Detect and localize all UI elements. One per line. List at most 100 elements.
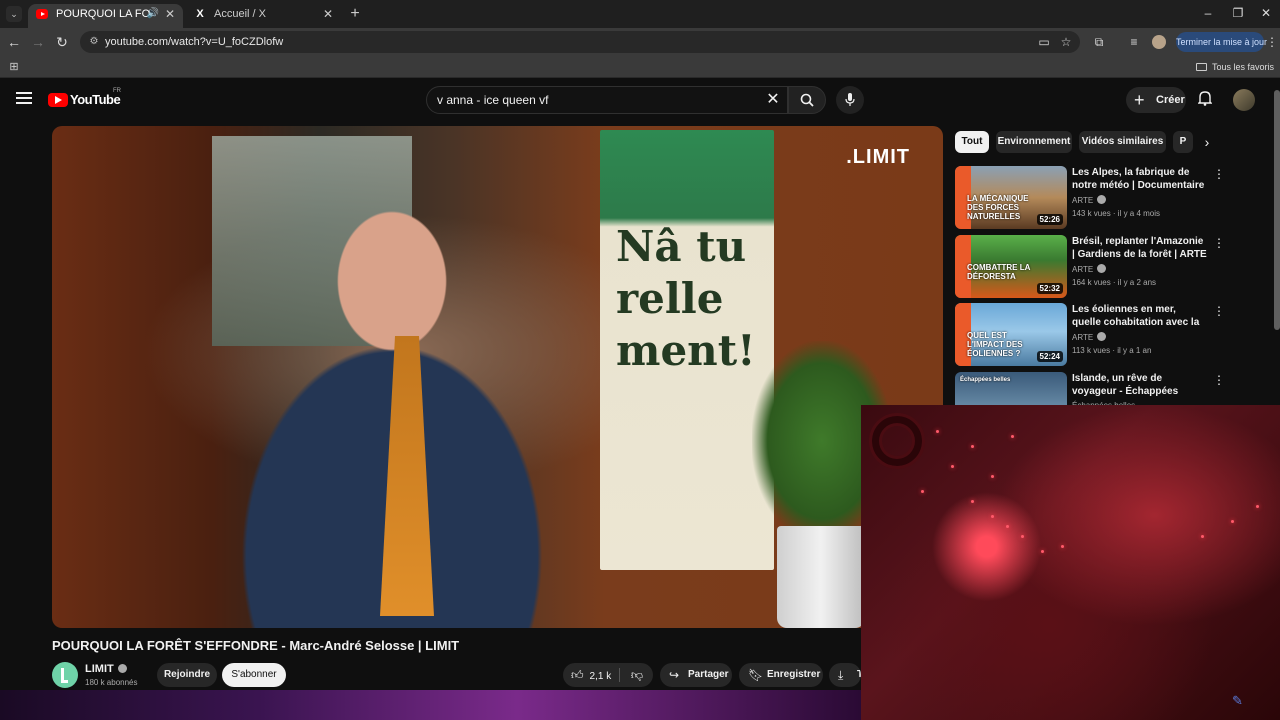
bookmark-star-icon[interactable]: ☆ xyxy=(1058,34,1074,50)
dislike-button[interactable]: 👎︎ xyxy=(623,663,651,687)
recommendation-item[interactable]: COMBATTRE LA DÉFORESTA 52:32 Brésil, rep… xyxy=(955,235,1230,299)
address-bar[interactable]: ⚙ youtube.com/watch?v=U_foCZDlofw ▭ ☆ xyxy=(80,31,1080,53)
youtube-header: YouTube FR ✕ + Créer xyxy=(0,82,1280,118)
more-options-icon[interactable]: ⋮ xyxy=(1213,372,1225,388)
webcam-overlay xyxy=(861,405,1280,720)
browser-menu-icon[interactable]: ⋮ xyxy=(1266,33,1278,51)
chip-videos-similaires[interactable]: Vidéos similaires xyxy=(1079,131,1166,153)
thumbs-down-icon: 👎︎ xyxy=(630,668,644,682)
reload-icon[interactable]: ↻ xyxy=(53,33,71,51)
chip-environnement[interactable]: Environnement xyxy=(996,131,1072,153)
channel-label: ARTE xyxy=(1072,265,1094,274)
minimize-icon[interactable]: – xyxy=(1193,4,1223,22)
stream-overlay-strip xyxy=(0,690,861,720)
channel-label: ARTE xyxy=(1072,196,1094,205)
recommendation-title[interactable]: Les éoliennes en mer, quelle cohabitatio… xyxy=(1072,303,1207,329)
recommendation-title[interactable]: Les Alpes, la fabrique de notre météo | … xyxy=(1072,166,1207,192)
browser-profile-avatar[interactable] xyxy=(1152,35,1166,49)
recommendation-channel[interactable]: ARTE xyxy=(1072,195,1107,205)
recommendation-item[interactable]: LA MÉCANIQUE DES FORCES NATURELLES 52:26… xyxy=(955,166,1230,230)
like-button[interactable]: 👍︎ 2,1 k xyxy=(563,663,617,687)
create-button[interactable]: + Créer xyxy=(1126,87,1186,113)
voice-search-button[interactable] xyxy=(836,86,864,114)
search-icon xyxy=(800,93,814,107)
share-button[interactable]: ↪ Partager xyxy=(660,663,732,687)
install-app-icon[interactable]: ▭ xyxy=(1036,34,1052,50)
tab-search-chevron-icon[interactable]: ⌄ xyxy=(6,6,22,22)
more-options-icon[interactable]: ⋮ xyxy=(1213,303,1225,319)
back-arrow-icon[interactable]: ← xyxy=(5,33,23,51)
update-button[interactable]: Terminer la mise à jour xyxy=(1176,32,1267,52)
duration-badge: 52:32 xyxy=(1036,283,1063,294)
all-bookmarks-label: Tous les favoris xyxy=(1211,62,1274,72)
page-scrollbar[interactable] xyxy=(1274,90,1280,330)
account-avatar[interactable] xyxy=(1233,89,1255,111)
video-thumbnail[interactable]: QUEL EST L'IMPACT DES ÉOLIENNES ? 52:24 xyxy=(955,303,1067,366)
menu-hamburger-icon[interactable] xyxy=(16,92,32,104)
create-label: Créer xyxy=(1156,94,1185,106)
recommendation-title[interactable]: Islande, un rêve de voyageur - Échappées… xyxy=(1072,372,1207,398)
tab-title: Accueil / X xyxy=(214,8,266,20)
channel-name-row[interactable]: LIMIT xyxy=(85,663,127,675)
duration-badge: 52:26 xyxy=(1036,214,1063,225)
save-button[interactable]: 🔖︎ Enregistrer xyxy=(739,663,823,687)
bookmark-icon: 🔖︎ xyxy=(748,668,764,682)
channel-avatar[interactable] xyxy=(52,662,78,688)
extensions-puzzle-icon[interactable]: ⧉ xyxy=(1090,33,1108,51)
video-thumbnail[interactable]: LA MÉCANIQUE DES FORCES NATURELLES 52:26 xyxy=(955,166,1067,229)
recommendation-item[interactable]: QUEL EST L'IMPACT DES ÉOLIENNES ? 52:24 … xyxy=(955,303,1230,367)
more-options-icon[interactable]: ⋮ xyxy=(1213,166,1225,182)
youtube-play-icon xyxy=(48,93,68,107)
recommendation-channel[interactable]: ARTE xyxy=(1072,332,1107,342)
chip-tout[interactable]: Tout xyxy=(955,131,989,153)
video-player[interactable]: Nâ tu relle ment! .LIMIT xyxy=(52,126,943,628)
notifications-bell-icon[interactable] xyxy=(1196,90,1214,110)
search-button[interactable] xyxy=(788,86,826,114)
apps-grid-icon[interactable]: ⊞ xyxy=(7,60,21,74)
share-arrow-icon: ↪ xyxy=(669,668,680,682)
thumbnail-caption: LA MÉCANIQUE DES FORCES NATURELLES xyxy=(967,194,1029,221)
fairy-light xyxy=(971,500,974,503)
all-bookmarks-button[interactable]: Tous les favoris xyxy=(1195,56,1274,78)
fairy-light xyxy=(1011,435,1014,438)
more-options-icon[interactable]: ⋮ xyxy=(1213,235,1225,251)
video-thumbnail[interactable]: COMBATTRE LA DÉFORESTA 52:32 xyxy=(955,235,1067,298)
forward-arrow-icon[interactable]: → xyxy=(29,33,47,51)
youtube-favicon-icon xyxy=(36,9,48,19)
subscribe-button[interactable]: S'abonner xyxy=(222,663,286,687)
maximize-icon[interactable]: ❐ xyxy=(1223,4,1253,22)
tab-close-icon[interactable]: ✕ xyxy=(165,4,175,24)
download-button[interactable]: ⤓Té xyxy=(829,663,861,687)
window-close-icon[interactable]: ✕ xyxy=(1251,4,1280,22)
pen-cursor-icon: ✎ xyxy=(1232,693,1243,708)
search-input[interactable] xyxy=(437,87,757,113)
verified-badge-icon xyxy=(1097,195,1107,204)
plus-icon: + xyxy=(1134,90,1145,110)
tab-youtube[interactable]: POURQUOI LA FORÊT S'EFF 🔊 ✕ xyxy=(28,4,183,28)
clear-search-icon[interactable]: ✕ xyxy=(764,91,782,109)
like-dislike-group: 👍︎ 2,1 k 👎︎ xyxy=(563,663,653,687)
speaker-icon[interactable]: 🔊 xyxy=(147,4,159,24)
chevron-right-icon[interactable]: › xyxy=(1198,133,1216,151)
reading-list-icon[interactable]: ≡ xyxy=(1125,33,1143,51)
recommendation-title[interactable]: Brésil, replanter l'Amazonie | Gardiens … xyxy=(1072,235,1207,261)
video-brand-watermark: .LIMIT xyxy=(846,146,910,168)
chip-truncated[interactable]: P xyxy=(1173,131,1193,153)
tab-close-icon[interactable]: ✕ xyxy=(323,4,333,24)
thumbnail-caption: COMBATTRE LA DÉFORESTA xyxy=(967,263,1031,281)
video-frame-pot xyxy=(777,526,865,628)
save-label: Enregistrer xyxy=(767,669,821,680)
browser-tab-bar: ⌄ POURQUOI LA FORÊT S'EFF 🔊 ✕ X Accueil … xyxy=(0,0,1280,28)
banner-text: Nâ tu relle ment! xyxy=(616,222,756,375)
fairy-light xyxy=(951,465,954,468)
join-button[interactable]: Rejoindre xyxy=(157,663,217,687)
site-info-icon[interactable]: ⚙ xyxy=(87,35,101,49)
fairy-light xyxy=(1201,535,1204,538)
country-code: FR xyxy=(113,88,121,94)
new-tab-plus-icon[interactable]: + xyxy=(346,5,364,23)
fairy-light xyxy=(1231,520,1234,523)
tab-x[interactable]: X Accueil / X ✕ xyxy=(186,4,341,28)
x-favicon-icon: X xyxy=(196,8,204,20)
channel-name[interactable]: LIMIT xyxy=(85,663,114,675)
recommendation-channel[interactable]: ARTE xyxy=(1072,264,1107,274)
